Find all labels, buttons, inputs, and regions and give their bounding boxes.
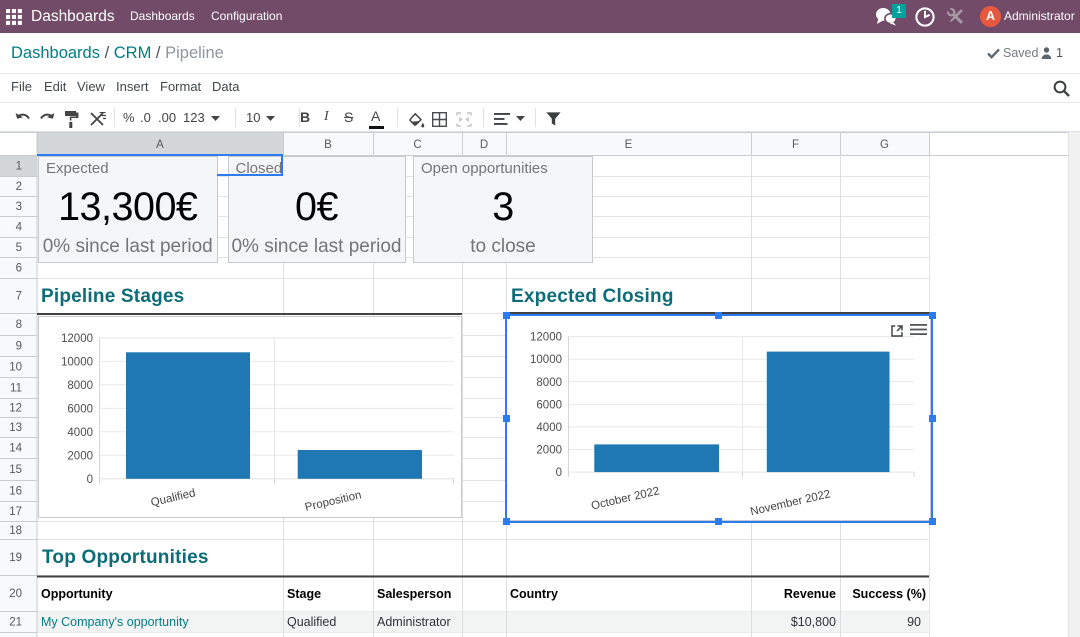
svg-text:E: E	[625, 139, 633, 151]
svg-text:14: 14	[9, 443, 22, 455]
svg-text:15: 15	[9, 464, 22, 476]
svg-text:8: 8	[16, 319, 22, 331]
svg-text:21: 21	[9, 617, 22, 629]
svg-text:20: 20	[9, 588, 22, 600]
svg-text:C: C	[413, 139, 421, 151]
svg-text:10: 10	[9, 362, 22, 374]
svg-text:12: 12	[9, 403, 22, 415]
svg-text:17: 17	[9, 506, 22, 518]
svg-text:16: 16	[9, 486, 22, 498]
svg-text:6: 6	[16, 263, 22, 275]
svg-text:2: 2	[16, 181, 22, 193]
svg-text:G: G	[880, 139, 889, 151]
svg-text:18: 18	[9, 525, 22, 537]
svg-text:D: D	[480, 139, 488, 151]
svg-text:F: F	[792, 139, 799, 151]
svg-text:19: 19	[9, 552, 22, 564]
svg-text:B: B	[324, 139, 332, 151]
svg-text:13: 13	[9, 422, 22, 434]
svg-text:3: 3	[16, 201, 22, 213]
svg-text:7: 7	[16, 291, 22, 303]
svg-text:5: 5	[16, 242, 22, 254]
svg-text:1: 1	[16, 161, 22, 173]
svg-text:9: 9	[16, 341, 22, 353]
svg-text:4: 4	[16, 222, 23, 234]
svg-text:11: 11	[10, 383, 22, 395]
svg-text:A: A	[156, 139, 164, 151]
